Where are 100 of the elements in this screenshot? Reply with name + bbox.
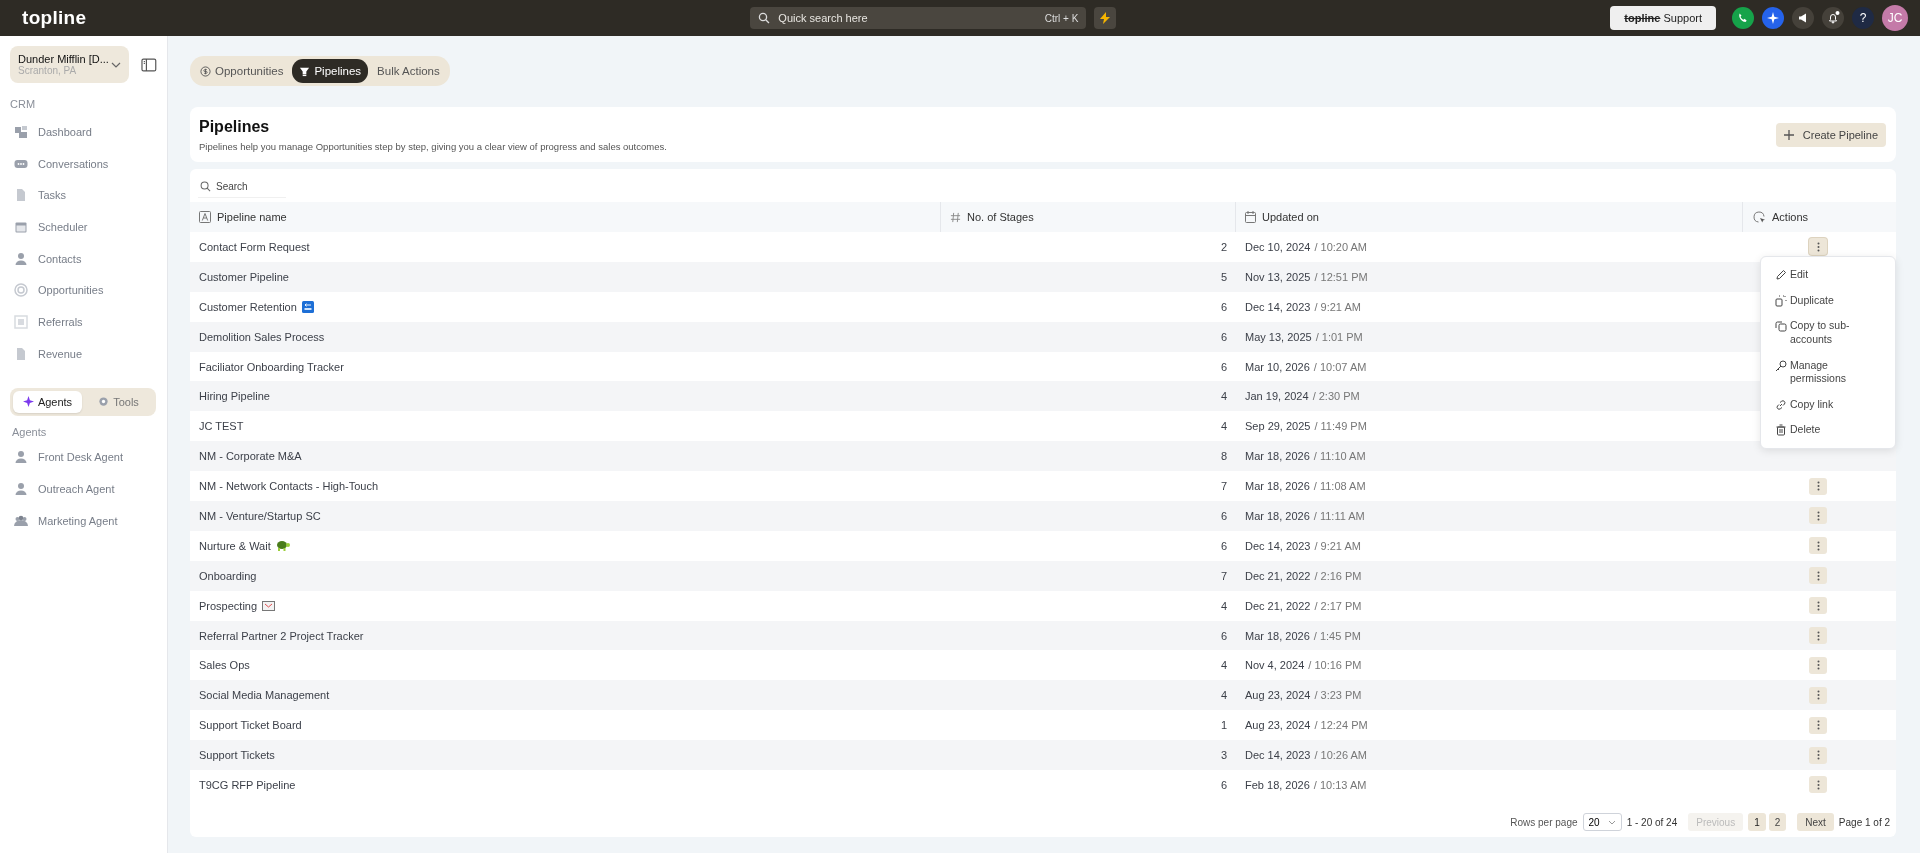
sidebar-item[interactable]: Contacts <box>10 242 157 275</box>
more-actions-button[interactable] <box>1809 746 1827 764</box>
menu-item[interactable]: Edit <box>1761 262 1895 288</box>
updated-time: / 10:20 AM <box>1314 240 1368 253</box>
pipeline-name[interactable]: Social Media Management <box>199 689 330 702</box>
person-icon <box>14 450 28 465</box>
menu-item[interactable]: Duplicate <box>1761 287 1895 314</box>
vertical-dots-icon <box>1816 510 1820 521</box>
sidebar-item[interactable]: Revenue <box>10 337 157 370</box>
tab[interactable]: Opportunities <box>193 59 291 83</box>
more-actions-button[interactable] <box>1809 656 1827 674</box>
rows-per-page-select[interactable]: 20 <box>1582 813 1622 831</box>
agent-item[interactable]: Marketing Agent <box>10 504 157 537</box>
more-actions-button[interactable] <box>1809 686 1827 704</box>
sidebar-item[interactable]: Tasks <box>10 179 157 212</box>
pipeline-name[interactable]: Nurture & Wait <box>199 539 271 552</box>
pipeline-name[interactable]: NM - Venture/Startup SC <box>199 509 321 522</box>
pipeline-name[interactable]: NM - Corporate M&A <box>199 450 302 463</box>
target-icon <box>14 283 28 298</box>
bell-icon[interactable] <box>1822 7 1844 29</box>
more-actions-button[interactable] <box>1809 627 1827 644</box>
page-info: Page 1 of 2 <box>1838 816 1890 828</box>
gear-icon <box>98 396 110 407</box>
updated-date: Dec 14, 2023 <box>1245 749 1311 762</box>
more-actions-button[interactable] <box>1809 776 1827 794</box>
pipeline-name[interactable]: JC TEST <box>199 420 244 433</box>
pipeline-name[interactable]: Support Ticket Board <box>199 719 302 732</box>
pipeline-name[interactable]: NM - Network Contacts - High-Touch <box>199 480 379 493</box>
tab[interactable]: Pipelines <box>292 59 369 83</box>
column-header[interactable]: No. of Stages <box>941 202 1236 232</box>
sidebar-item[interactable]: Conversations <box>10 147 157 180</box>
page-button[interactable]: 2 <box>1768 813 1787 831</box>
page-button[interactable]: 1 <box>1748 813 1766 831</box>
lightning-button[interactable] <box>1094 7 1117 29</box>
agent-item[interactable]: Outreach Agent <box>10 473 157 505</box>
vertical-dots-icon <box>1816 660 1820 671</box>
segment-tab[interactable]: Tools <box>84 390 153 413</box>
pipeline-name[interactable]: Customer Pipeline <box>199 270 289 283</box>
more-actions-button[interactable] <box>1809 597 1827 615</box>
stage-count: 4 <box>1219 419 1228 435</box>
vertical-dots-icon <box>1816 779 1820 790</box>
more-actions-button[interactable] <box>1809 567 1827 585</box>
column-header[interactable]: Pipeline name <box>190 202 941 232</box>
column-header[interactable]: Actions <box>1743 202 1896 232</box>
shortcut-hint: Ctrl + K <box>1044 12 1079 24</box>
pipeline-name[interactable]: Hiring Pipeline <box>199 390 270 403</box>
column-header[interactable]: Updated on <box>1236 202 1743 232</box>
document-icon <box>14 188 28 203</box>
sparkle-icon[interactable] <box>1762 7 1784 29</box>
pipeline-name[interactable]: Support Tickets <box>199 749 275 762</box>
pipeline-name[interactable]: Onboarding <box>199 569 257 582</box>
updated-date: Sep 29, 2025 <box>1245 420 1311 433</box>
pipeline-name[interactable]: Faciliator Onboarding Tracker <box>199 360 344 373</box>
pipeline-name[interactable]: Sales Ops <box>199 659 250 672</box>
megaphone-icon[interactable] <box>1792 7 1814 29</box>
sidebar-toggle-icon[interactable] <box>141 57 157 72</box>
document-icon <box>14 346 28 361</box>
stage-count: 6 <box>1219 628 1228 644</box>
quick-search-field[interactable]: Quick search here Ctrl + K <box>750 7 1087 29</box>
menu-item[interactable]: Copy link <box>1761 391 1895 418</box>
account-switcher[interactable]: Dunder Mifflin [D... Scranton, PA <box>10 46 130 83</box>
pipeline-name[interactable]: Customer Retention <box>199 300 297 313</box>
updated-time: / 2:30 PM <box>1312 390 1360 403</box>
more-actions-button[interactable] <box>1809 716 1827 734</box>
more-actions-button[interactable] <box>1809 238 1827 256</box>
menu-item[interactable]: Manage permissions <box>1761 352 1895 392</box>
pipeline-name[interactable]: T9CG RFP Pipeline <box>199 778 296 791</box>
more-actions-button[interactable] <box>1809 477 1827 495</box>
text-type-icon <box>199 211 211 223</box>
pipeline-name[interactable]: Contact Form Request <box>199 240 310 253</box>
pipeline-name[interactable]: Referral Partner 2 Project Tracker <box>199 629 364 642</box>
quick-search-input[interactable]: Quick search here <box>778 12 1037 24</box>
sidebar-item[interactable]: Dashboard <box>10 116 157 148</box>
sidebar-item[interactable]: Opportunities <box>10 274 157 307</box>
cursor-click-icon <box>1753 210 1766 224</box>
person-icon <box>14 482 28 497</box>
more-actions-button[interactable] <box>1809 507 1827 525</box>
pipeline-name[interactable]: Demolition Sales Process <box>199 330 325 343</box>
updated-date: Mar 18, 2026 <box>1245 450 1310 463</box>
menu-item[interactable]: Delete <box>1761 417 1895 444</box>
calendar-icon <box>1245 211 1256 223</box>
updated-time: / 11:10 AM <box>1313 450 1366 463</box>
stage-count: 6 <box>1219 538 1228 554</box>
tab[interactable]: Bulk Actions <box>370 59 447 83</box>
sidebar-item[interactable]: Referrals <box>10 306 157 338</box>
rows-per-page-label: Rows per page <box>1510 816 1578 828</box>
segment-tab[interactable]: Agents <box>13 390 82 413</box>
logo[interactable]: topline <box>22 7 87 29</box>
sidebar-item[interactable]: Scheduler <box>10 211 157 243</box>
agent-item[interactable]: Front Desk Agent <box>10 441 157 474</box>
next-button[interactable]: Next <box>1797 813 1834 831</box>
phone-icon[interactable] <box>1732 7 1754 29</box>
menu-item[interactable]: Copy to sub-accounts <box>1761 313 1895 353</box>
help-button[interactable]: ? <box>1852 7 1874 29</box>
create-pipeline-button[interactable]: Create Pipeline <box>1775 122 1886 147</box>
stage-count: 4 <box>1219 598 1228 614</box>
page-description: Pipelines help you manage Opportunities step by step, giving you a clear view of progress and sales outcomes. <box>199 140 667 152</box>
pipeline-name[interactable]: Prospecting <box>199 599 258 612</box>
more-actions-button[interactable] <box>1809 537 1827 555</box>
support-button[interactable]: topline Support <box>1610 6 1716 30</box>
